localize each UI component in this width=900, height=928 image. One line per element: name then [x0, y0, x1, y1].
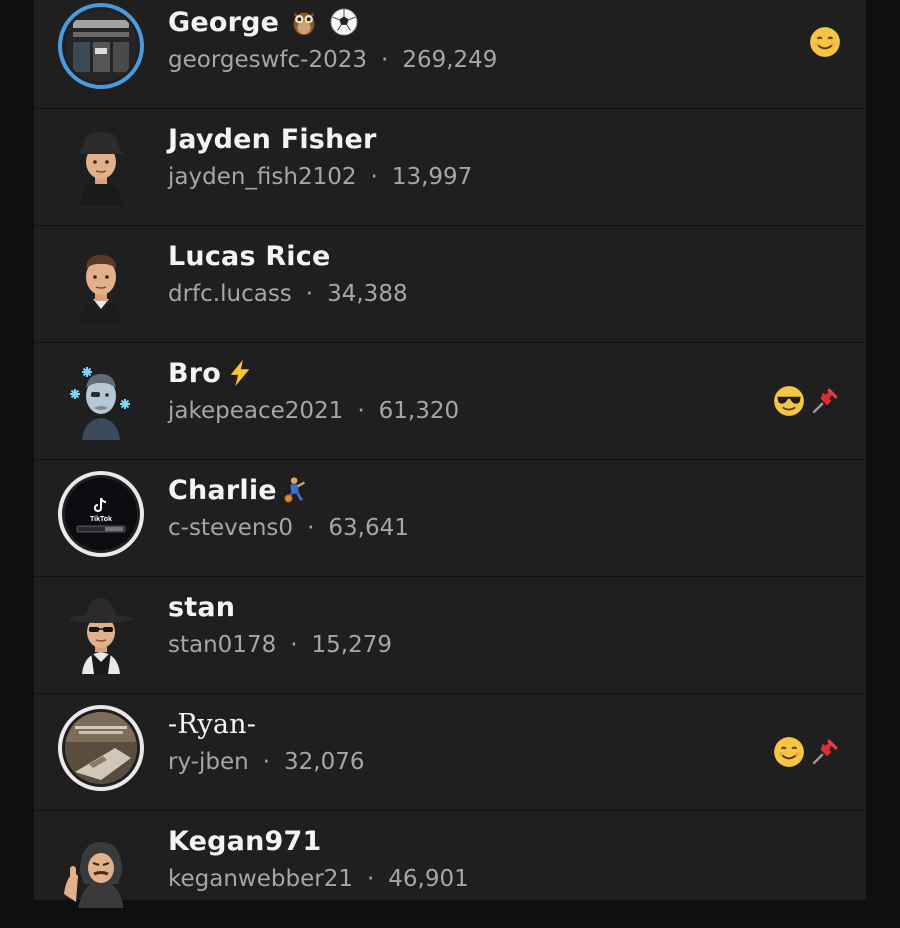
- friend-username: keganwebber21: [168, 866, 353, 892]
- friend-name: George: [168, 6, 280, 38]
- separator-dot: ·: [370, 164, 378, 190]
- owl-icon: [293, 12, 315, 36]
- friend-score: 13,997: [391, 164, 473, 190]
- friend-username: c-stevens0: [168, 515, 294, 541]
- friend-row[interactable]: George georgeswfc-2023 · 269,249: [34, 0, 866, 109]
- soccer-ball-icon: [330, 8, 358, 36]
- friend-name: stan: [168, 591, 236, 623]
- friend-username: stan0178: [168, 632, 277, 658]
- friend-name: Charlie: [168, 474, 277, 506]
- separator-dot: ·: [305, 281, 314, 307]
- sunglasses-face-icon: [774, 386, 804, 416]
- friend-score: 46,901: [388, 866, 469, 892]
- friend-score: 34,388: [327, 281, 408, 307]
- friend-row[interactable]: Lucas Rice drfc.lucass · 34,388: [34, 226, 866, 343]
- separator-dot: ·: [366, 866, 375, 892]
- friend-name: Kegan971: [168, 825, 322, 857]
- separator-dot: ·: [290, 632, 298, 658]
- friend-name: -Ryan-: [168, 708, 257, 740]
- friend-row[interactable]: TikTok Charlie c-stevens0 · 63,641: [34, 460, 866, 577]
- story-avatar[interactable]: [58, 705, 144, 791]
- friend-username: ry-jben: [168, 749, 249, 775]
- lightning-icon: [230, 359, 250, 387]
- friend-score: 63,641: [328, 515, 409, 541]
- bitmoji-avatar[interactable]: [58, 588, 144, 674]
- smiling-face-icon: [774, 737, 804, 767]
- friend-row[interactable]: Kegan971 keganwebber21 · 46,901: [34, 811, 866, 928]
- friend-username: georgeswfc-2023: [168, 47, 367, 73]
- friend-name: Jayden Fisher: [168, 123, 377, 155]
- separator-dot: ·: [307, 515, 315, 541]
- story-avatar[interactable]: TikTok: [58, 471, 144, 557]
- friend-score: 269,249: [402, 47, 498, 73]
- friend-score: 61,320: [378, 398, 460, 424]
- pushpin-icon: [812, 739, 838, 765]
- friend-username: drfc.lucass: [168, 281, 292, 307]
- friend-name: Lucas Rice: [168, 240, 331, 272]
- basketball-player-icon: [284, 477, 305, 503]
- pushpin-icon: [812, 388, 838, 414]
- friend-row[interactable]: Bro jakepeace2021 · 61,320: [34, 343, 866, 460]
- separator-dot: ·: [357, 398, 365, 424]
- friend-row[interactable]: Jayden Fisher jayden_fish2102 · 13,997: [34, 109, 866, 226]
- tiktok-logo-text: TikTok: [90, 516, 112, 523]
- friend-username: jakepeace2021: [168, 398, 344, 424]
- friend-username: jayden_fish2102: [168, 164, 357, 190]
- friend-row[interactable]: stan stan0178 · 15,279: [34, 577, 866, 694]
- separator-dot: ·: [381, 47, 389, 73]
- bitmoji-avatar[interactable]: [58, 120, 144, 206]
- friend-score: 32,076: [284, 749, 365, 775]
- bitmoji-avatar[interactable]: [58, 237, 144, 323]
- smiling-face-icon: [810, 27, 840, 57]
- friend-row[interactable]: -Ryan- ry-jben · 32,076: [34, 694, 866, 811]
- friends-list: George georgeswfc-2023 · 269,249 Jayden …: [34, 0, 866, 912]
- bitmoji-avatar[interactable]: [58, 822, 144, 912]
- separator-dot: ·: [262, 749, 270, 775]
- friend-score: 15,279: [311, 632, 393, 658]
- bitmoji-avatar[interactable]: [58, 354, 144, 440]
- friend-name: Bro: [168, 357, 222, 389]
- story-avatar[interactable]: [58, 3, 144, 89]
